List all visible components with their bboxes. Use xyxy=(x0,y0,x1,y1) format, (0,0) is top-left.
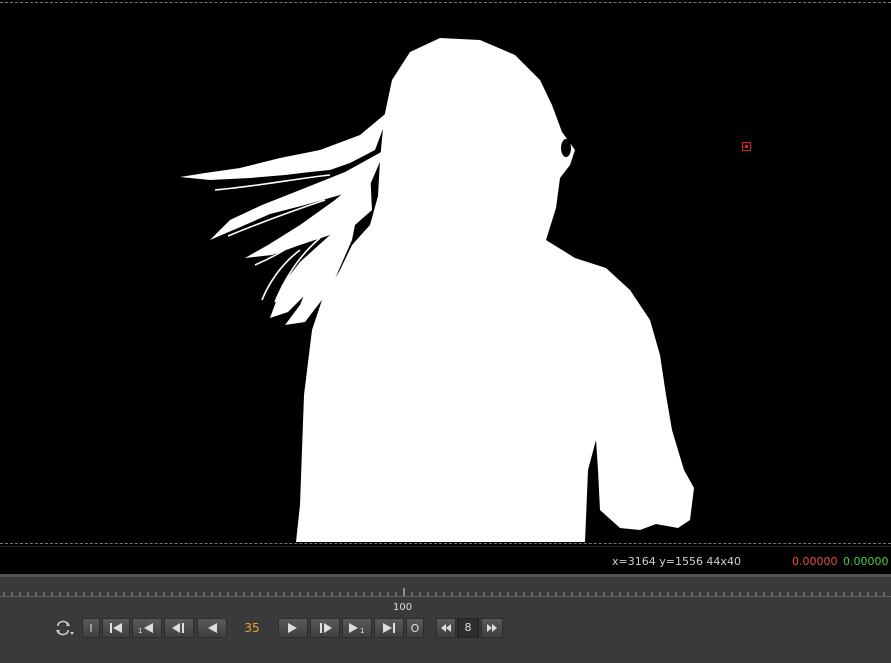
ruler-baseline xyxy=(0,596,891,597)
frame-ruler[interactable] xyxy=(0,588,891,602)
previous-keyframe-button[interactable] xyxy=(164,618,194,638)
out-point-label: O xyxy=(410,621,420,635)
step-forward-increment-button[interactable]: 1 xyxy=(342,618,372,638)
svg-text:1: 1 xyxy=(360,627,364,634)
play-forward-button[interactable] xyxy=(278,618,308,638)
viewer-bottom-border xyxy=(0,543,891,544)
play-backward-icon xyxy=(208,623,217,633)
go-to-start-icon xyxy=(110,623,122,633)
rewind-icon xyxy=(441,624,451,632)
in-point-label: I xyxy=(89,621,93,635)
step-back-increment-icon: 1 xyxy=(138,623,153,634)
go-to-end-button[interactable] xyxy=(374,618,404,638)
loop-mode-button[interactable] xyxy=(52,618,78,638)
previous-keyframe-icon xyxy=(172,623,184,633)
step-forward-increment-icon: 1 xyxy=(349,623,364,634)
fast-forward-icon xyxy=(487,624,497,632)
set-out-point-button[interactable]: O xyxy=(406,618,424,638)
go-to-start-button[interactable] xyxy=(102,618,130,638)
color-sample-box[interactable] xyxy=(742,142,751,151)
frame-increment-field[interactable]: 8 xyxy=(457,618,479,638)
fast-forward-button[interactable] xyxy=(481,618,503,638)
timeline-top-edge xyxy=(0,574,891,577)
cursor-coordinates: x=3164 y=1556 44x40 xyxy=(612,555,741,568)
set-in-point-button[interactable]: I xyxy=(82,618,100,638)
play-forward-icon xyxy=(288,623,297,633)
current-frame-field[interactable]: 35 xyxy=(232,619,272,637)
frame-label: 100 xyxy=(393,602,413,613)
go-to-end-icon xyxy=(383,623,395,633)
red-channel-value: 0.00000 xyxy=(792,555,838,568)
svg-text:1: 1 xyxy=(138,627,142,634)
step-back-increment-button[interactable]: 1 xyxy=(132,618,162,638)
viewer[interactable] xyxy=(0,0,891,546)
next-keyframe-button[interactable] xyxy=(310,618,340,638)
green-channel-value: 0.00000 xyxy=(843,555,889,568)
info-bar: x=3164 y=1556 44x40 0.00000 0.00000 xyxy=(0,546,891,575)
rewind-button[interactable] xyxy=(436,618,456,638)
next-keyframe-icon xyxy=(320,623,332,633)
alpha-matte-image xyxy=(180,38,694,542)
play-backward-button[interactable] xyxy=(197,618,227,638)
loop-mode-icon xyxy=(56,620,74,636)
timeline-panel: 100 I 1 35 1 O 8 xyxy=(0,574,891,663)
